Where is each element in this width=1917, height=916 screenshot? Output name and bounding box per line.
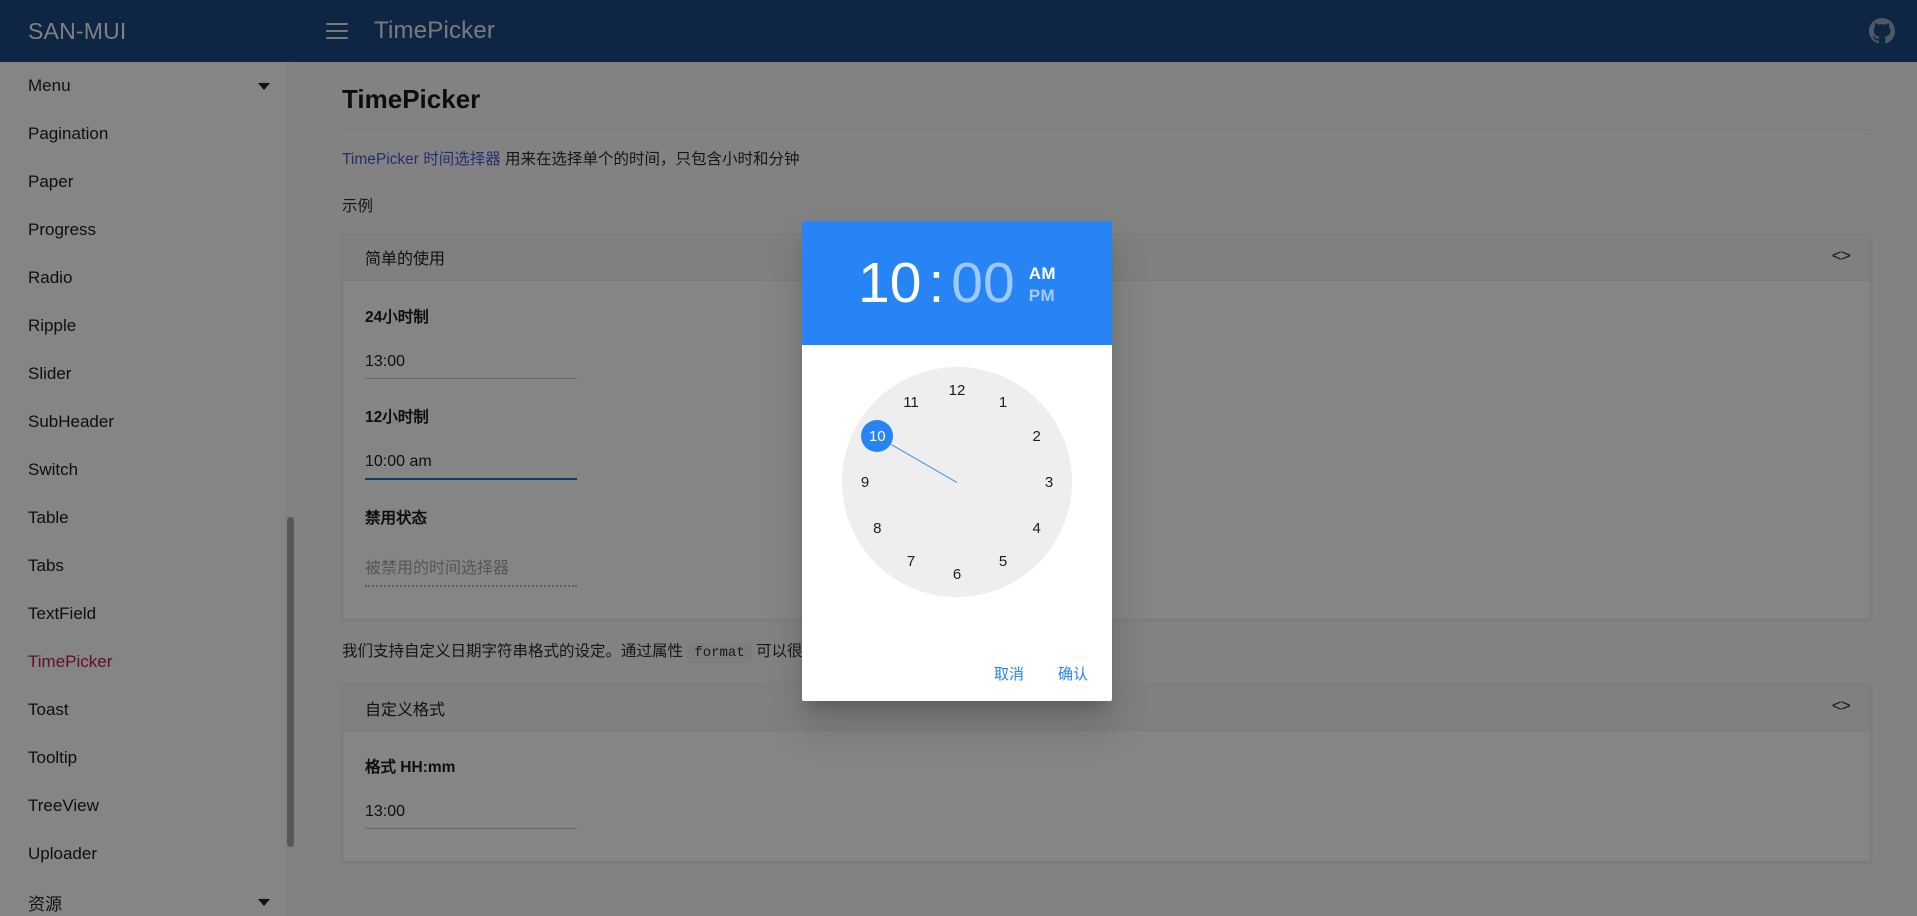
clock-hour-6[interactable]: 6 [942, 559, 972, 589]
clock-hour-label: 11 [903, 393, 919, 411]
meridiem-pm[interactable]: PM [1029, 285, 1056, 307]
confirm-button[interactable]: 确认 [1054, 657, 1092, 690]
clock-hour-label: 6 [952, 565, 962, 583]
clock-hour-label: 1 [998, 393, 1008, 411]
clock-face[interactable]: 1 2 3 4 5 6 7 8 9 10 11 12 [842, 367, 1072, 597]
clock-hour-10[interactable]: 10 [861, 420, 894, 452]
timepicker-dialog: 10 : 00 AM PM 1 2 3 4 5 6 7 8 9 10 11 12 取消 确认 [802, 221, 1112, 701]
time-colon: : [928, 250, 945, 315]
timepicker-body: 1 2 3 4 5 6 7 8 9 10 11 12 [802, 345, 1112, 645]
cancel-button[interactable]: 取消 [990, 657, 1028, 690]
clock-hour-label: 3 [1044, 473, 1054, 491]
clock-hour-label: 2 [1032, 427, 1041, 445]
screen: SAN-MUI Menu Pagination Paper Progress Radi… [0, 0, 1917, 916]
time-readout: 10 : 00 AM PM [858, 250, 1056, 315]
clock-hour-2[interactable]: 2 [1022, 421, 1052, 451]
timepicker-actions: 取消 确认 [802, 645, 1112, 701]
clock-hand [890, 444, 958, 483]
clock-hour-11[interactable]: 11 [896, 387, 926, 417]
clock-hour-label: 12 [948, 381, 966, 399]
clock-hour-label: 4 [1032, 519, 1041, 537]
clock-hour-label: 7 [906, 553, 916, 571]
clock-hour-label: 9 [860, 473, 870, 491]
clock-hour-1[interactable]: 1 [988, 387, 1018, 417]
clock-hour-label: 5 [998, 553, 1008, 571]
clock-hour-label: 8 [873, 519, 882, 537]
clock-hour-12[interactable]: 12 [942, 375, 972, 405]
minute-display[interactable]: 00 [951, 254, 1014, 312]
clock-hour-label: 10 [868, 427, 886, 445]
clock-hour-4[interactable]: 4 [1022, 513, 1052, 543]
timepicker-header: 10 : 00 AM PM [802, 221, 1112, 345]
meridiem-am[interactable]: AM [1029, 263, 1056, 285]
clock-hour-9[interactable]: 9 [850, 467, 880, 497]
meridiem-toggle: AM PM [1029, 263, 1056, 307]
hour-display[interactable]: 10 [858, 254, 921, 312]
clock-hour-3[interactable]: 3 [1034, 467, 1064, 497]
clock-hour-7[interactable]: 7 [896, 547, 926, 577]
clock-hour-5[interactable]: 5 [988, 547, 1018, 577]
clock-hour-8[interactable]: 8 [862, 513, 892, 543]
